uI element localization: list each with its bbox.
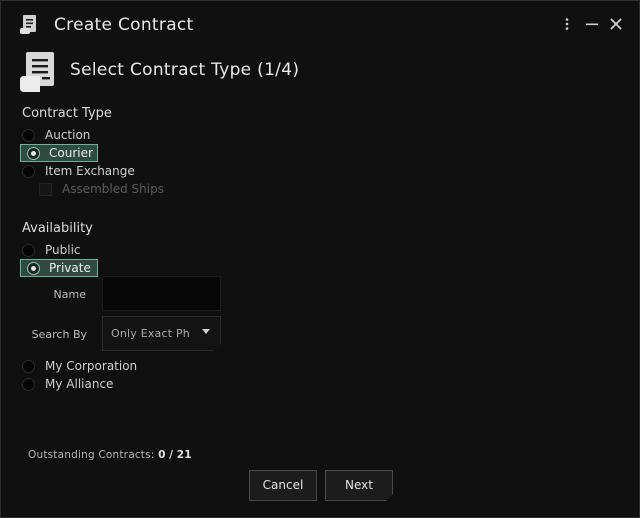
contract-type-label: Contract Type bbox=[22, 106, 112, 121]
outstanding-contracts: Outstanding Contracts: 0 / 21 bbox=[28, 449, 192, 461]
radio-button[interactable] bbox=[27, 146, 40, 160]
radio-label: Private bbox=[49, 261, 91, 275]
radio-label: Auction bbox=[45, 128, 91, 142]
radio-auction[interactable]: Auction bbox=[22, 126, 90, 144]
search-by-label: Search By bbox=[31, 328, 87, 341]
outstanding-separator: / bbox=[169, 449, 174, 461]
radio-label: My Alliance bbox=[45, 377, 114, 391]
radio-label: My Corporation bbox=[45, 359, 138, 373]
outstanding-current: 0 bbox=[158, 449, 166, 461]
checkbox-label: Assembled Ships bbox=[62, 182, 164, 196]
window-title: Create Contract bbox=[54, 15, 194, 35]
radio-private[interactable]: Private bbox=[20, 259, 98, 277]
minimize-icon[interactable] bbox=[584, 16, 600, 32]
radio-item-exchange[interactable]: Item Exchange bbox=[22, 162, 135, 180]
radio-button[interactable] bbox=[22, 164, 35, 178]
radio-label: Item Exchange bbox=[45, 164, 135, 178]
radio-my-corporation[interactable]: My Corporation bbox=[22, 357, 137, 375]
radio-public[interactable]: Public bbox=[22, 241, 81, 259]
contract-document-icon bbox=[20, 52, 54, 92]
assembled-ships-checkbox bbox=[39, 182, 52, 196]
page-title: Select Contract Type (1/4) bbox=[70, 60, 300, 80]
name-field-label: Name bbox=[53, 288, 86, 301]
search-by-dropdown[interactable]: Only Exact Phrase bbox=[102, 316, 221, 351]
outstanding-label: Outstanding Contracts: bbox=[28, 449, 155, 461]
search-by-value: Only Exact Phrase bbox=[111, 327, 190, 340]
name-input[interactable] bbox=[102, 276, 221, 311]
radio-button[interactable] bbox=[27, 261, 40, 275]
create-contract-window: Create Contract Select Contract Type (1/… bbox=[0, 0, 640, 518]
radio-button[interactable] bbox=[22, 377, 35, 391]
cancel-button[interactable]: Cancel bbox=[249, 470, 317, 501]
close-icon[interactable] bbox=[608, 16, 624, 32]
radio-label: Courier bbox=[49, 146, 93, 160]
radio-button[interactable] bbox=[22, 359, 35, 373]
title-bar[interactable]: Create Contract bbox=[1, 1, 639, 49]
radio-button[interactable] bbox=[22, 128, 35, 142]
radio-courier[interactable]: Courier bbox=[20, 144, 98, 162]
radio-button[interactable] bbox=[22, 243, 35, 257]
radio-my-alliance[interactable]: My Alliance bbox=[22, 375, 113, 393]
kebab-menu-icon[interactable] bbox=[559, 16, 575, 32]
chevron-down-icon bbox=[202, 329, 210, 334]
radio-label: Public bbox=[45, 243, 81, 257]
next-button[interactable]: Next bbox=[325, 470, 393, 501]
availability-label: Availability bbox=[22, 221, 93, 236]
outstanding-max: 21 bbox=[176, 449, 192, 461]
assembled-ships-checkbox-row: Assembled Ships bbox=[39, 181, 164, 197]
contract-scroll-icon bbox=[20, 15, 36, 34]
